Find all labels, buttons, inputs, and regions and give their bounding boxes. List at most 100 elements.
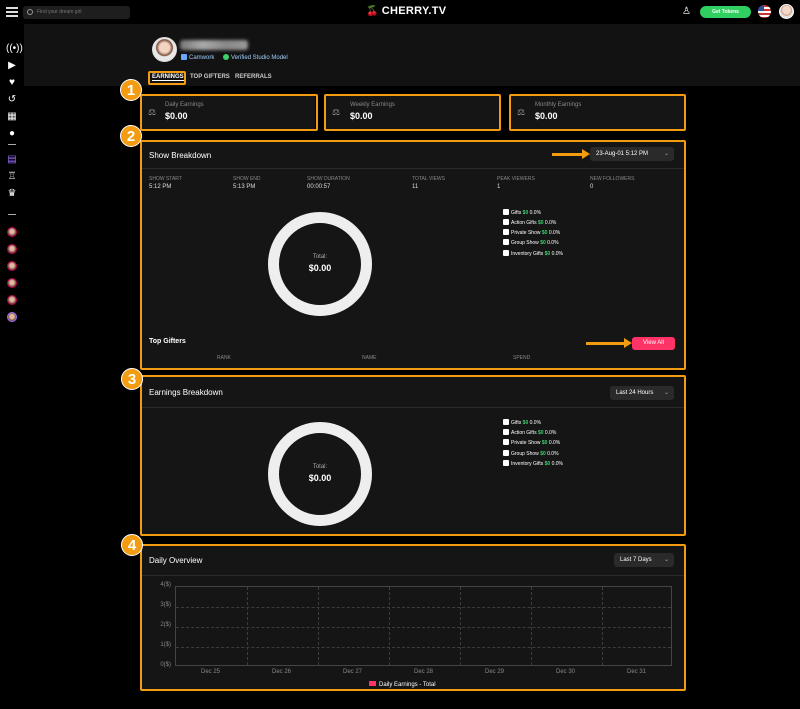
cherry-logo-icon: 🍒 [366,6,379,17]
checkbox[interactable] [503,429,509,435]
checkbox[interactable] [503,439,509,445]
legend-inventory-gifts[interactable]: Inventory Gifts $0 0.0% [503,250,563,257]
chevron-down-icon: ⌄ [663,557,669,563]
checkbox[interactable] [503,419,509,425]
legend-private-show[interactable]: Private Show $0 0.0% [503,439,560,446]
gridline-horizontal [176,607,671,608]
total-views-value: 11 [412,184,419,190]
gridline-vertical [318,587,319,665]
calendar-icon[interactable]: ▤ [6,154,18,165]
spend-column-header: SPEND [513,355,531,361]
gridline-vertical [389,587,390,665]
y-tick-label: 3($) [160,602,171,608]
sidebar-model-avatar[interactable] [7,278,17,288]
weekly-earnings-label: Weekly Earnings [350,102,395,108]
search-input[interactable]: Find your dream girl [23,6,130,19]
profile-avatar [152,37,177,62]
y-tick-label: 1($) [160,642,171,648]
verified-tag: Verified Studio Model [223,54,288,61]
sidebar-model-avatar[interactable] [7,227,17,237]
sidebar: ((•)) ▶ ♥ ↺ ▦ ● ▤ ♖ ♛ [0,24,24,709]
sidebar-divider [8,214,16,215]
earnings-donut-value: $0.00 [308,473,332,483]
checkbox[interactable] [503,450,509,456]
menu-icon[interactable] [6,7,18,17]
scale-icon: ⚖ [517,107,526,117]
checkbox[interactable] [503,219,509,225]
legend-gifts[interactable]: Gifts $0 0.0% [503,209,541,216]
show-breakdown-highlight [140,140,686,370]
new-followers-value: 0 [590,184,594,190]
earnings-tab-highlight [148,71,186,85]
sidebar-model-avatar[interactable] [7,261,17,271]
chart-legend: Daily Earnings - Total [369,681,436,688]
broadcast-icon[interactable]: ((•)) [6,43,23,54]
trophy-icon[interactable]: ♖ [6,171,18,182]
x-tick-label: Dec 29 [484,669,504,675]
callout-badge-2: 2 [120,125,142,147]
total-views-header: TOTAL VIEWS [412,176,445,182]
tab-referrals[interactable]: REFERRALS [235,74,272,80]
crown-icon[interactable]: ♛ [6,188,18,199]
heart-icon[interactable]: ♥ [6,77,18,88]
new-followers-header: NEW FOLLOWERS [590,176,635,182]
sidebar-model-avatar[interactable] [7,244,17,254]
get-tokens-button[interactable]: Get Tokens [700,6,751,18]
chevron-down-icon: ⌄ [663,151,669,157]
x-tick-label: Dec 31 [626,669,646,675]
checkbox[interactable] [503,209,509,215]
callout-badge-1: 1 [120,79,142,101]
show-select-dropdown[interactable]: 23-Aug-01 5:12 PM ⌄ [590,147,674,161]
award-icon[interactable]: ♙ [682,6,691,17]
sidebar-model-avatar[interactable] [7,295,17,305]
user-avatar[interactable] [779,4,794,19]
daily-earnings-value: $0.00 [165,111,188,121]
callout-badge-3: 3 [121,368,143,390]
name-column-header: NAME [362,355,377,361]
play-icon[interactable]: ▶ [6,60,18,71]
tab-top-gifters[interactable]: TOP GIFTERS [190,74,230,80]
arrow-pointer-icon [586,338,632,348]
show-duration-header: SHOW DURATION [307,176,350,182]
grid-icon[interactable]: ▦ [6,111,18,122]
overview-range-dropdown[interactable]: Last 7 Days ⌄ [614,553,674,567]
legend-gifts[interactable]: Gifts $0 0.0% [503,419,541,426]
show-duration-value: 00:00:57 [307,184,331,190]
sidebar-model-avatar[interactable] [7,312,17,322]
verified-check-icon [223,54,229,60]
checkbox[interactable] [503,460,509,466]
divider [142,407,684,408]
profile-name-blurred [180,40,248,50]
earnings-breakdown-highlight [140,375,686,536]
cherry-icon[interactable]: ● [6,128,18,139]
us-flag-icon[interactable] [758,5,771,18]
gridline-vertical [460,587,461,665]
legend-group-show[interactable]: Group Show $0 0.0% [503,450,559,457]
legend-private-show[interactable]: Private Show $0 0.0% [503,229,560,236]
checkbox[interactable] [503,239,509,245]
camwork-tag: Camwork [181,54,214,61]
monthly-earnings-value: $0.00 [535,111,558,121]
checkbox[interactable] [503,250,509,256]
legend-group-show[interactable]: Group Show $0 0.0% [503,239,559,246]
peak-viewers-value: 1 [497,184,501,190]
logo[interactable]: 🍒 CHERRY.TV [366,5,446,17]
legend-action-gifts[interactable]: Action Gifts $0 0.0% [503,429,556,436]
x-tick-label: Dec 27 [342,669,362,675]
scale-icon: ⚖ [332,107,341,117]
checkbox[interactable] [503,229,509,235]
legend-action-gifts[interactable]: Action Gifts $0 0.0% [503,219,556,226]
profile-header [24,24,800,86]
top-gifters-title: Top Gifters [149,338,186,345]
gridline-horizontal [176,627,671,628]
legend-inventory-gifts[interactable]: Inventory Gifts $0 0.0% [503,460,563,467]
y-tick-label: 0($) [160,662,171,668]
gridline-vertical [531,587,532,665]
y-tick-label: 4($) [160,582,171,588]
view-all-button[interactable]: View All [632,337,675,350]
sidebar-divider [8,144,16,145]
rank-column-header: RANK [217,355,231,361]
earnings-range-dropdown[interactable]: Last 24 Hours ⌄ [610,386,674,400]
weekly-earnings-value: $0.00 [350,111,373,121]
history-icon[interactable]: ↺ [6,94,18,105]
